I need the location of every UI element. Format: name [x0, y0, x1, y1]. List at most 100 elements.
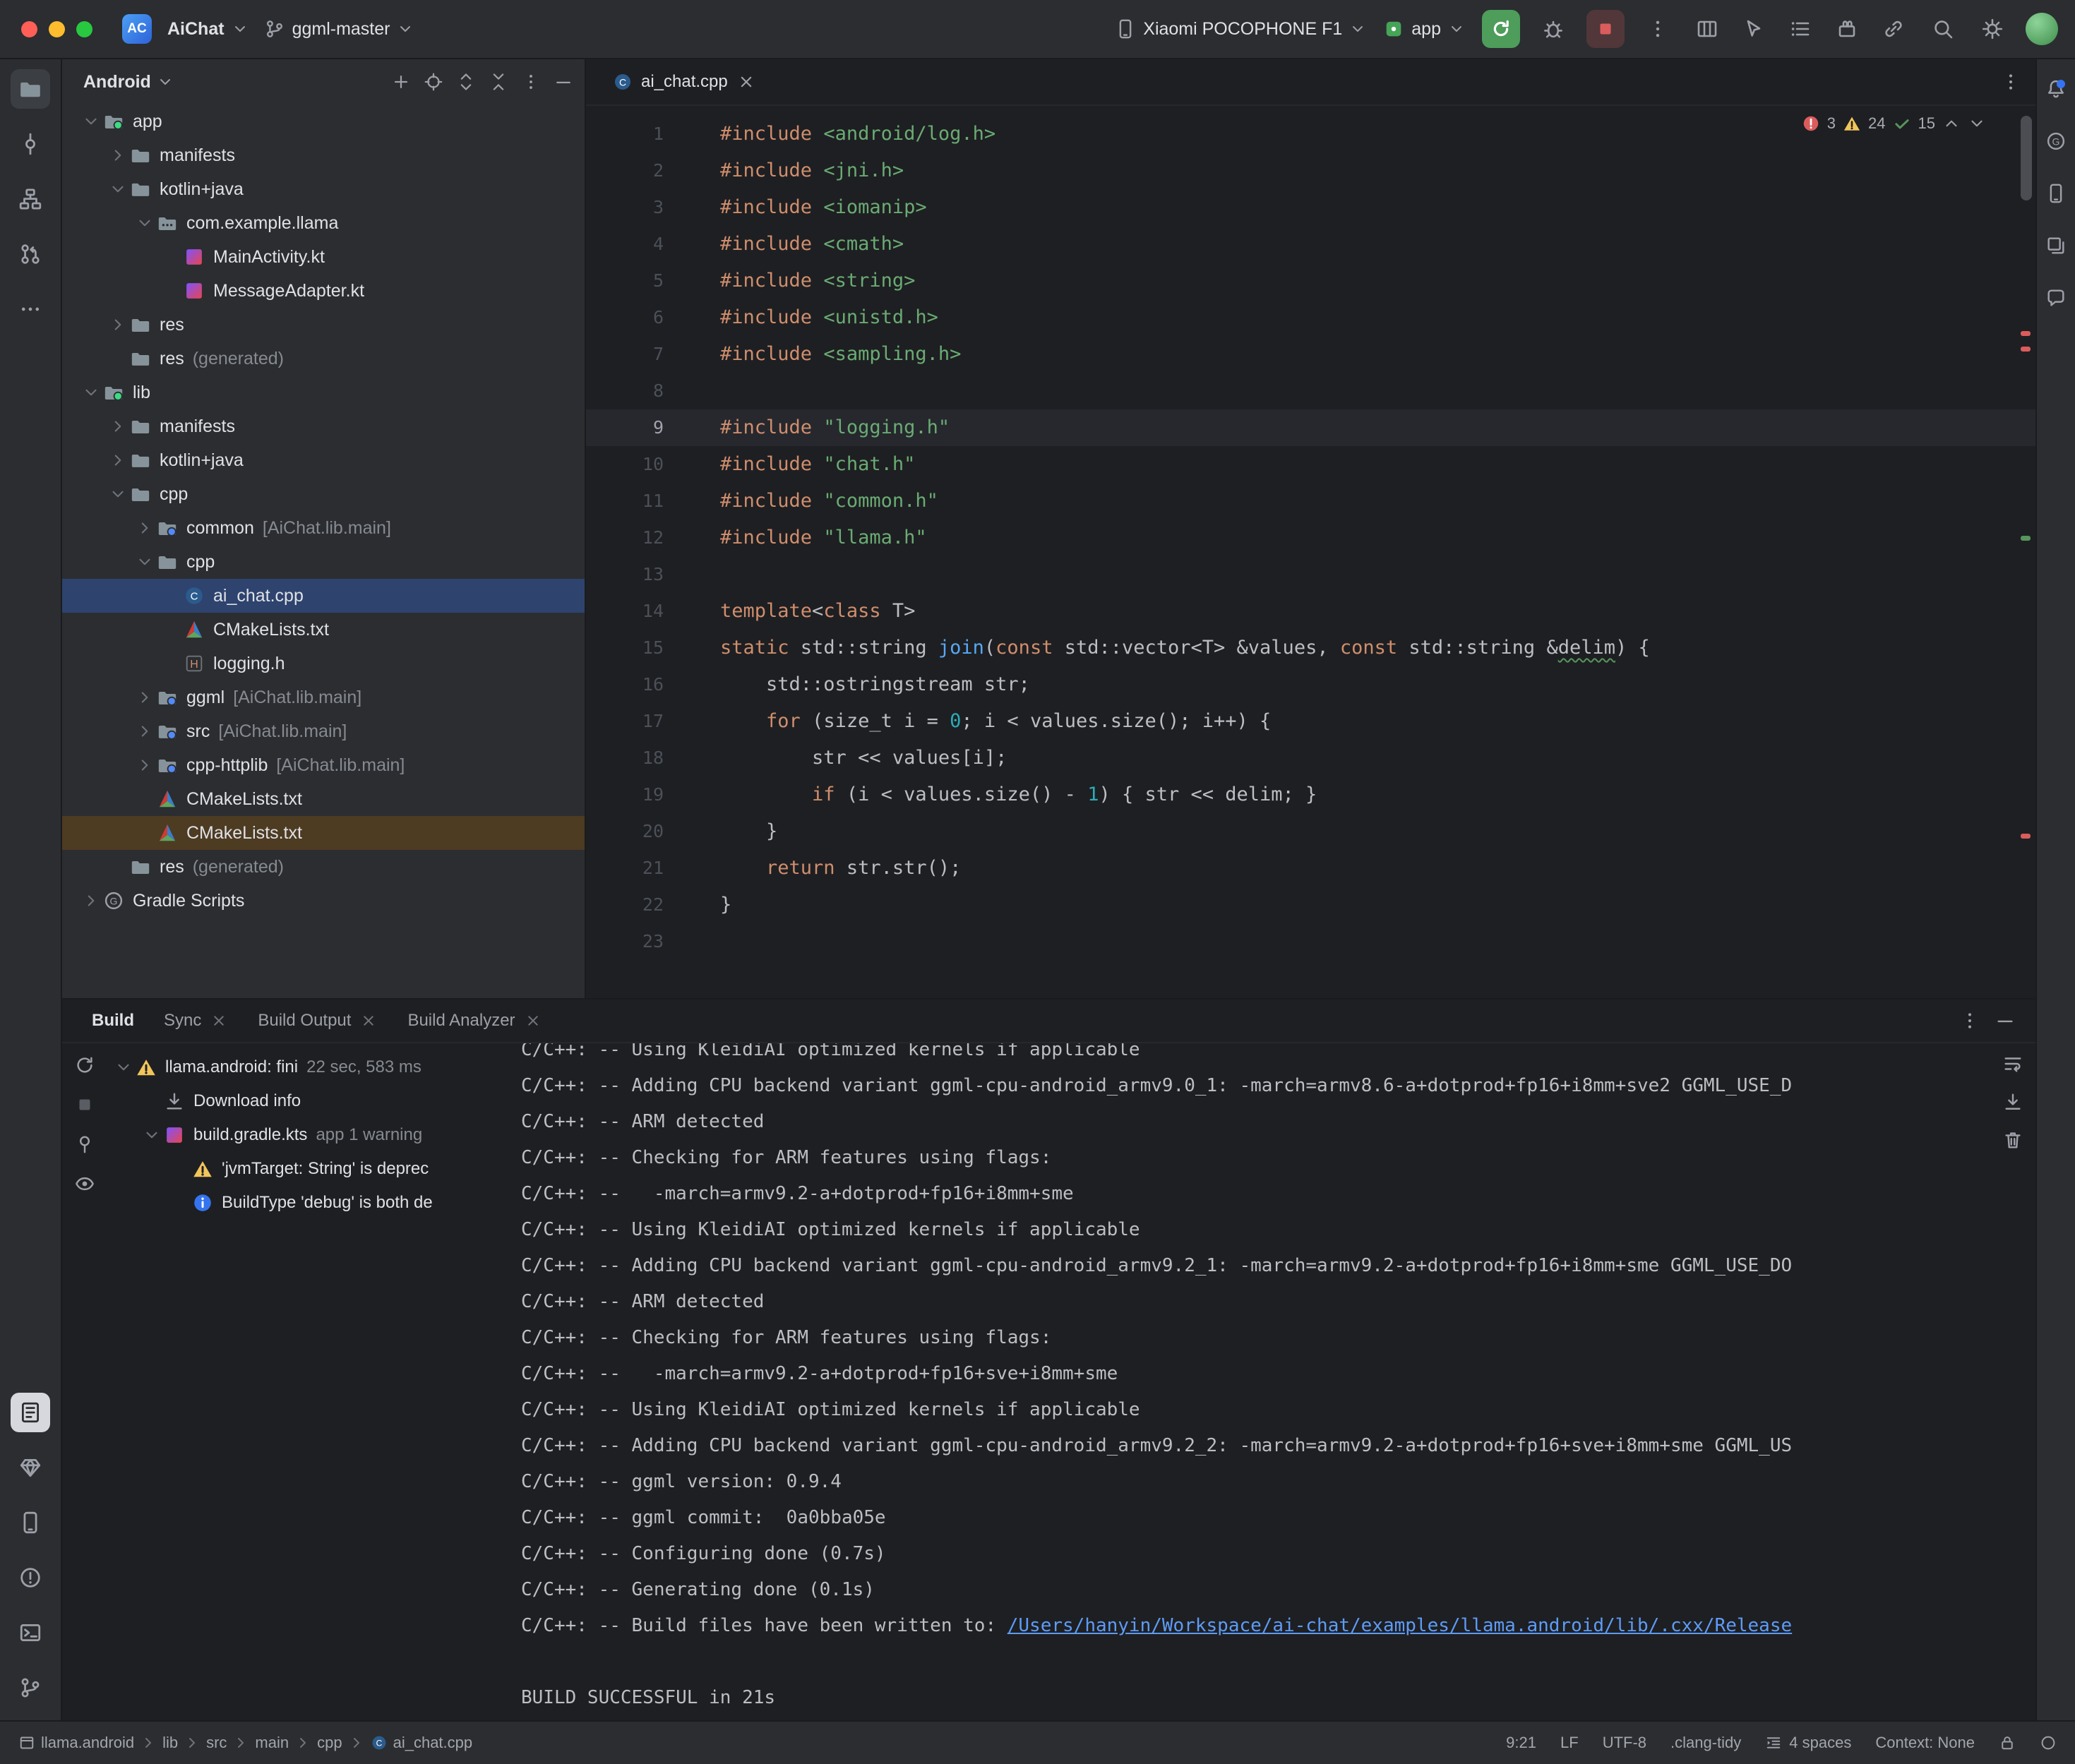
build-tree-item[interactable]: 'jvmTarget: String' is deprec	[107, 1152, 503, 1186]
eye-icon[interactable]	[74, 1173, 95, 1194]
device-selector[interactable]: Xiaomi POCOPHONE F1	[1115, 18, 1366, 40]
project-tree-item[interactable]: com.example.llama	[62, 206, 585, 240]
project-tree-item[interactable]: res(generated)	[62, 850, 585, 884]
assistant-tool-button[interactable]	[2040, 282, 2071, 313]
pull-requests-tool-button[interactable]	[11, 234, 50, 274]
stop-button[interactable]	[1586, 10, 1625, 48]
columns-button[interactable]	[1691, 13, 1723, 45]
plugins-button[interactable]	[1831, 13, 1863, 45]
line-separator[interactable]: LF	[1560, 1734, 1579, 1752]
project-view-selector[interactable]: Android	[83, 72, 174, 92]
build-tree-item[interactable]: build.gradle.ktsapp 1 warning	[107, 1118, 503, 1152]
chevron-right-icon[interactable]	[133, 756, 157, 774]
chevron-right-icon[interactable]	[106, 417, 130, 436]
version-control-tool-button[interactable]	[11, 1668, 50, 1708]
project-tree-item[interactable]: common[AiChat.lib.main]	[62, 511, 585, 545]
breadcrumb-item[interactable]: src	[206, 1734, 227, 1752]
editor[interactable]: 1#include <android/log.h>2#include <jni.…	[586, 106, 2035, 998]
chevron-down-icon[interactable]	[140, 1126, 164, 1144]
debug-button[interactable]	[1537, 13, 1569, 45]
pin-icon[interactable]	[74, 1134, 95, 1155]
project-tree-item[interactable]: manifests	[62, 409, 585, 443]
project-tree-item[interactable]: app	[62, 104, 585, 138]
logcat-tool-button[interactable]	[11, 1393, 50, 1432]
terminal-tool-button[interactable]	[11, 1613, 50, 1652]
minimize-window-button[interactable]	[49, 21, 65, 37]
project-tree-item[interactable]: cpp-httplib[AiChat.lib.main]	[62, 748, 585, 782]
inspection-status-icon[interactable]	[2040, 1734, 2057, 1751]
breadcrumb-item[interactable]: lib	[162, 1734, 178, 1752]
next-problem-icon[interactable]	[1968, 114, 1986, 133]
settings-button[interactable]	[1976, 13, 2009, 45]
project-tree-item[interactable]: Hlogging.h	[62, 647, 585, 680]
inspect-button[interactable]	[1738, 13, 1770, 45]
collapse-all-button[interactable]	[489, 72, 508, 92]
inspections-widget[interactable]: 3 24 15	[1802, 114, 1986, 133]
project-tree-item[interactable]: kotlin+java	[62, 443, 585, 477]
build-tree-item[interactable]: Download info	[107, 1084, 503, 1118]
project-tree-item[interactable]: lib	[62, 376, 585, 409]
run-config-selector[interactable]: app	[1383, 18, 1465, 40]
breadcrumb-item[interactable]: llama.android	[41, 1734, 134, 1752]
build-tab-build-output[interactable]: Build Output	[248, 1011, 388, 1031]
project-tree-item[interactable]: manifests	[62, 138, 585, 172]
run-button[interactable]	[1482, 10, 1520, 48]
project-tree-item[interactable]: CMakeLists.txt	[62, 816, 585, 850]
more-tool-button[interactable]	[11, 289, 50, 329]
todo-list-button[interactable]	[1784, 13, 1817, 45]
notifications-tool-button[interactable]	[2040, 73, 2071, 104]
indent-setting[interactable]: 4 spaces	[1765, 1734, 1851, 1752]
chevron-down-icon[interactable]	[106, 180, 130, 198]
caret-position[interactable]: 9:21	[1506, 1734, 1536, 1752]
project-tree-item[interactable]: Cai_chat.cpp	[62, 579, 585, 613]
chevron-down-icon[interactable]	[106, 485, 130, 503]
error-mark[interactable]	[2021, 347, 2031, 352]
commit-tool-button[interactable]	[11, 124, 50, 164]
close-window-button[interactable]	[21, 21, 37, 37]
restart-build-icon[interactable]	[74, 1055, 95, 1076]
chevron-right-icon[interactable]	[106, 451, 130, 469]
project-selector[interactable]: AiChat	[167, 19, 249, 40]
error-mark[interactable]	[2021, 331, 2031, 336]
select-opened-file-button[interactable]	[424, 72, 443, 92]
device-explorer-tool-button[interactable]	[11, 1503, 50, 1542]
analyzer-status[interactable]: .clang-tidy	[1670, 1734, 1741, 1752]
chevron-down-icon[interactable]	[79, 383, 103, 402]
chevron-right-icon[interactable]	[79, 892, 103, 910]
project-tool-button[interactable]	[11, 69, 50, 109]
console-link[interactable]: /Users/hanyin/Workspace/ai-chat/examples…	[1007, 1615, 1792, 1636]
project-tree-item[interactable]: CMakeLists.txt	[62, 782, 585, 816]
stop-build-icon[interactable]	[74, 1094, 95, 1115]
clear-console-icon[interactable]	[2002, 1129, 2023, 1151]
build-tab-build-analyzer[interactable]: Build Analyzer	[397, 1011, 551, 1031]
avatar[interactable]	[2026, 13, 2058, 45]
hide-build-panel-button[interactable]	[1995, 1010, 2016, 1031]
project-tree-item[interactable]: res(generated)	[62, 342, 585, 376]
chevron-right-icon[interactable]	[133, 519, 157, 537]
project-tree-item[interactable]: res	[62, 308, 585, 342]
close-tab-icon[interactable]	[359, 1012, 378, 1030]
lock-icon[interactable]	[1999, 1734, 2016, 1751]
build-tree-item[interactable]: llama.android: fini22 sec, 583 ms	[107, 1050, 503, 1084]
chevron-right-icon[interactable]	[133, 722, 157, 740]
chevron-down-icon[interactable]	[133, 214, 157, 232]
build-options-button[interactable]	[1959, 1010, 1980, 1031]
chevron-right-icon[interactable]	[133, 688, 157, 707]
share-button[interactable]	[1877, 13, 1910, 45]
build-tab-build[interactable]: Build	[82, 1011, 144, 1031]
project-tree-item[interactable]: cpp	[62, 545, 585, 579]
project-tree-item[interactable]: kotlin+java	[62, 172, 585, 206]
hide-panel-button[interactable]	[554, 72, 573, 92]
soft-wrap-icon[interactable]	[2002, 1053, 2023, 1074]
device-manager-tool-button[interactable]	[2040, 178, 2071, 209]
chevron-down-icon[interactable]	[133, 553, 157, 571]
chevron-right-icon[interactable]	[106, 146, 130, 164]
scrollbar-thumb[interactable]	[2021, 116, 2032, 200]
close-tab-icon[interactable]	[210, 1012, 228, 1030]
project-tree-item[interactable]: cpp	[62, 477, 585, 511]
project-tree-item[interactable]: MessageAdapter.kt	[62, 274, 585, 308]
editor-options-button[interactable]	[2000, 71, 2021, 92]
branch-selector[interactable]: ggml-master	[264, 18, 414, 40]
search-everywhere-button[interactable]	[1927, 13, 1959, 45]
close-tab-icon[interactable]	[736, 72, 756, 92]
